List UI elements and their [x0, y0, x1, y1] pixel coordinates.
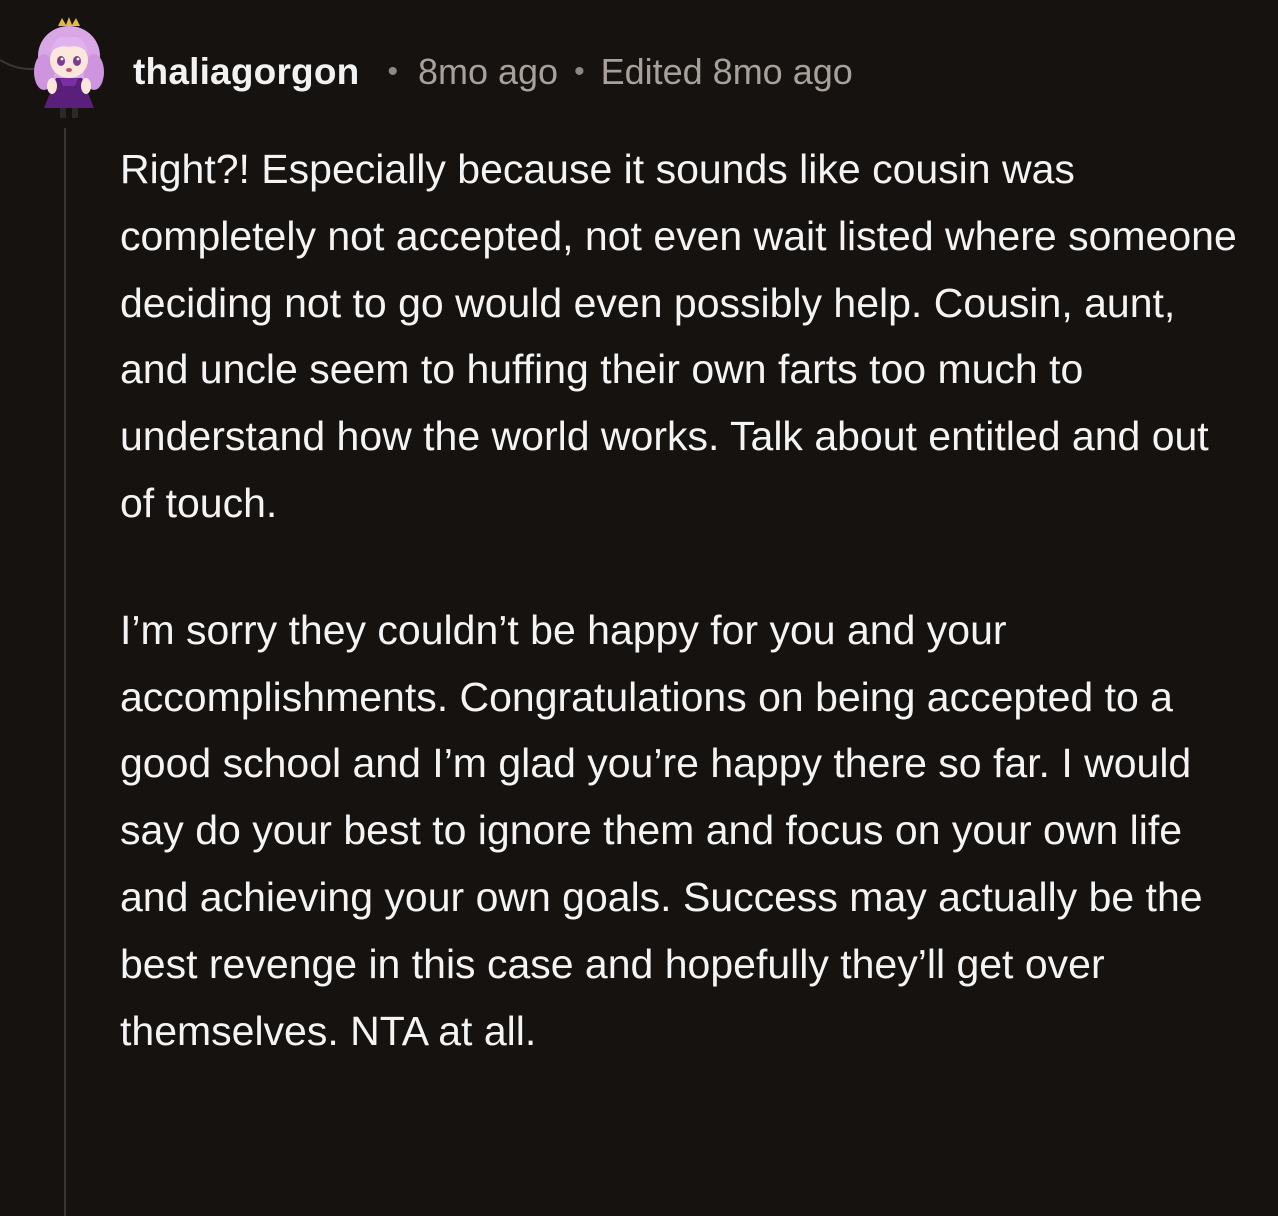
meta-separator: • [574, 55, 585, 88]
comment-paragraph: Right?! Especially because it sounds lik… [120, 146, 1237, 526]
comment-paragraph: I’m sorry they couldn’t be happy for you… [120, 606, 1203, 1054]
timestamp[interactable]: 8mo ago [418, 51, 558, 93]
edited-timestamp: Edited 8mo ago [600, 51, 853, 92]
anime-avatar-icon[interactable] [30, 16, 108, 122]
comment: thaliagorgon • 8mo ago • Edited 8mo ago … [0, 0, 1278, 1216]
username-link[interactable]: thaliagorgon [133, 51, 359, 93]
meta-separator: • [387, 55, 398, 88]
thread-line[interactable] [64, 128, 66, 1216]
comment-body: Right?! Especially because it sounds lik… [120, 136, 1250, 1064]
comment-meta: thaliagorgon • 8mo ago • Edited 8mo ago [133, 46, 853, 98]
